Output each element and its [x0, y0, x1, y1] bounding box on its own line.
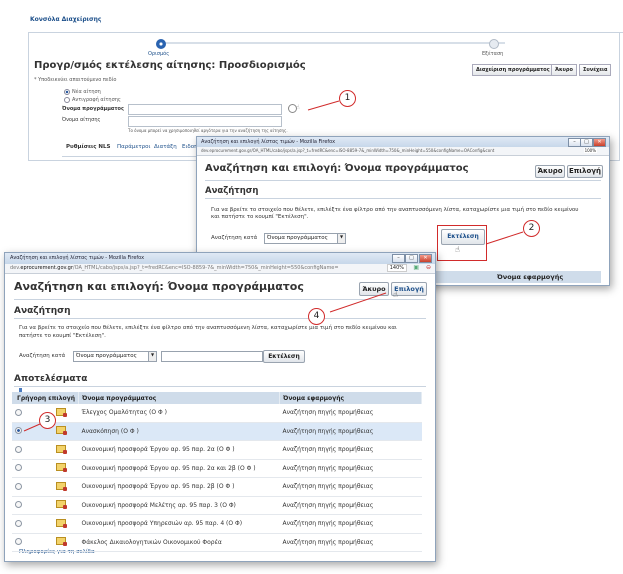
callout-3: 3 — [39, 412, 56, 429]
callout-2: 2 — [523, 220, 540, 237]
callout1-arrow — [307, 100, 340, 111]
callout-1: 1 — [339, 90, 356, 107]
callout4-arrow — [329, 292, 387, 313]
callout3-arrow — [23, 423, 41, 432]
callout2-arrow — [485, 231, 524, 245]
annotation-arrows — [23, 100, 524, 432]
callout-4: 4 — [308, 308, 325, 325]
